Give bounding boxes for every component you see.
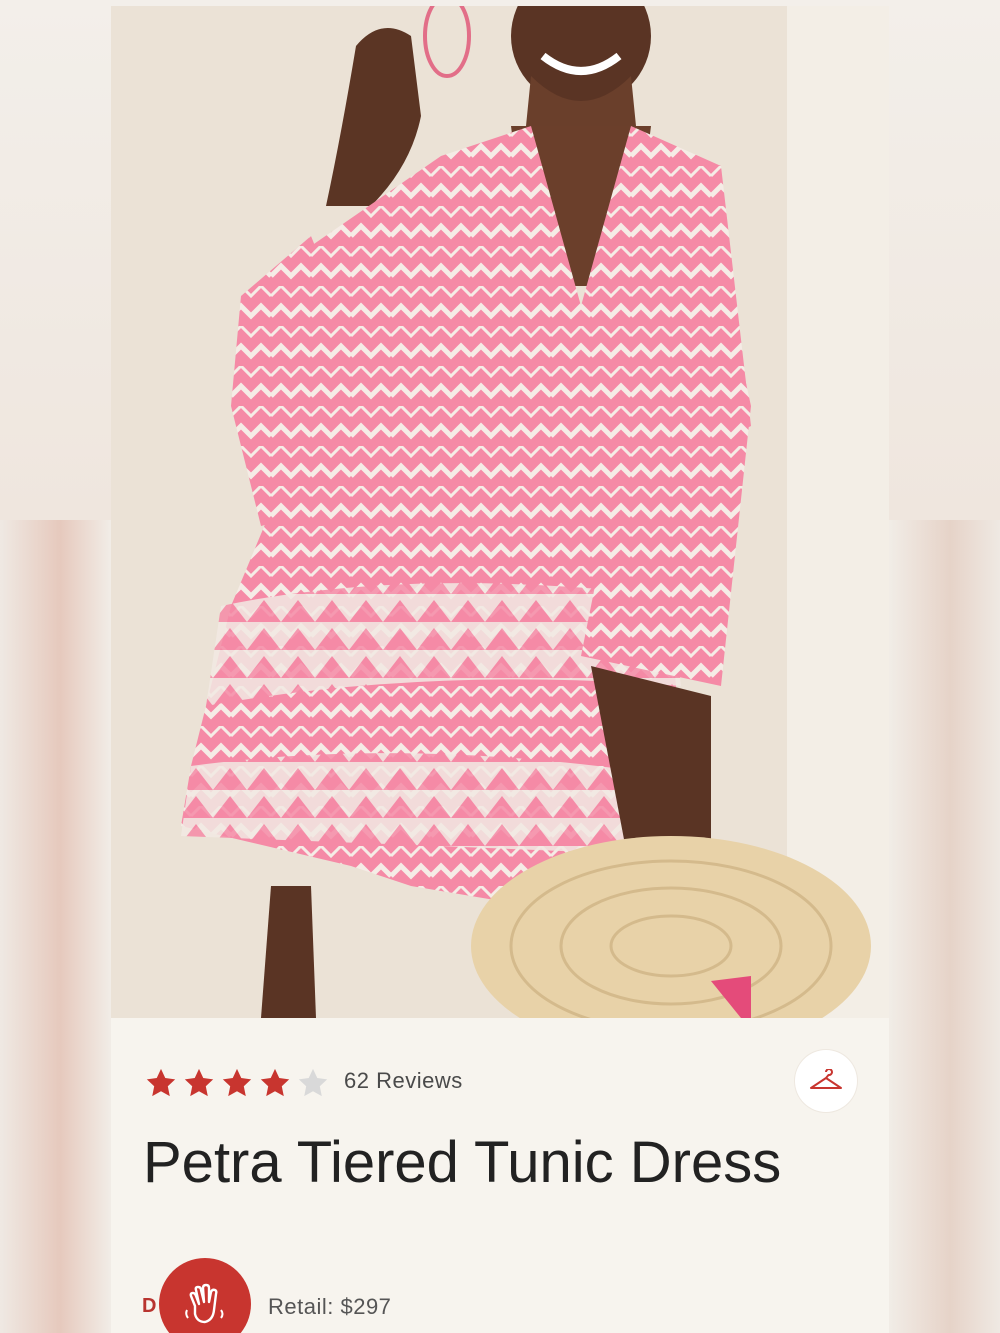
retail-price: Retail: $297: [268, 1294, 392, 1319]
brand-initial: D: [142, 1295, 157, 1317]
product-image[interactable]: [111, 6, 889, 1018]
review-count-link[interactable]: 62 Reviews: [344, 1068, 463, 1094]
product-title: Petra Tiered Tunic Dress: [143, 1130, 782, 1195]
star-icon: [184, 1068, 214, 1097]
star-rating: [143, 1066, 331, 1100]
dress-illustration: [111, 6, 889, 1018]
star-icon: [260, 1068, 290, 1097]
product-card: 62 Reviews Petra Tiered Tunic Dress D Re…: [111, 6, 889, 1333]
product-info-panel: 62 Reviews Petra Tiered Tunic Dress D Re…: [111, 1018, 889, 1333]
star-icon-empty: [298, 1068, 328, 1097]
hanger-icon: [810, 1069, 842, 1089]
star-icon: [222, 1068, 252, 1097]
hanger-button[interactable]: [795, 1050, 857, 1112]
star-icon: [146, 1068, 176, 1097]
wave-button[interactable]: [159, 1258, 251, 1333]
waving-hand-icon: [185, 1283, 224, 1324]
